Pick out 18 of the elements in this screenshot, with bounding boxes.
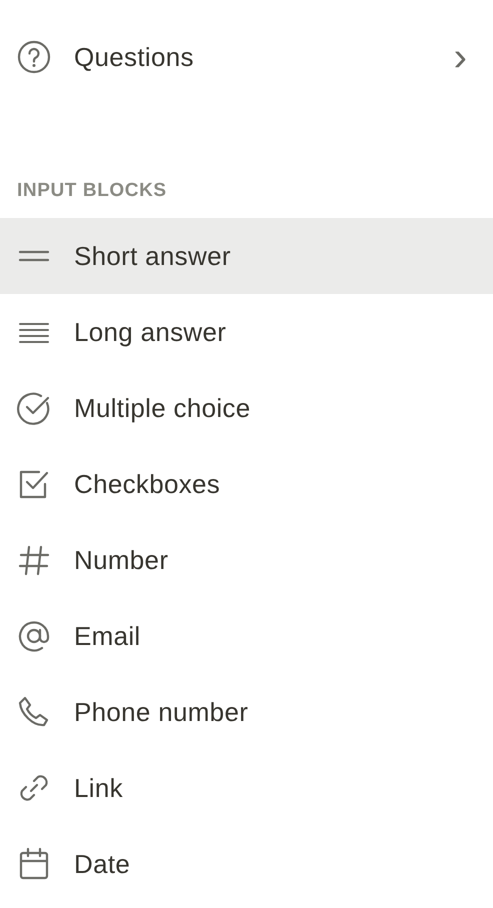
block-item[interactable]: Number <box>0 522 493 598</box>
phone-icon <box>17 695 51 729</box>
block-item[interactable]: Date <box>0 826 493 902</box>
block-item[interactable]: Email <box>0 598 493 674</box>
questions-item[interactable]: Questions › <box>0 19 493 95</box>
chevron-icon: › <box>454 37 467 77</box>
check-circle-icon <box>17 391 51 425</box>
at-icon <box>17 619 51 653</box>
block-item[interactable]: Link <box>0 750 493 826</box>
block-item[interactable]: Short answer <box>0 218 493 294</box>
block-item[interactable]: Phone number <box>0 674 493 750</box>
question-icon <box>17 40 51 74</box>
block-item[interactable]: Long answer <box>0 294 493 370</box>
block-item[interactable]: Multiple choice <box>0 370 493 446</box>
calendar-icon <box>17 847 51 881</box>
hash-icon <box>17 543 51 577</box>
block-item[interactable]: Checkboxes <box>0 446 493 522</box>
section-heading: INPUT BLOCKS <box>17 179 167 203</box>
